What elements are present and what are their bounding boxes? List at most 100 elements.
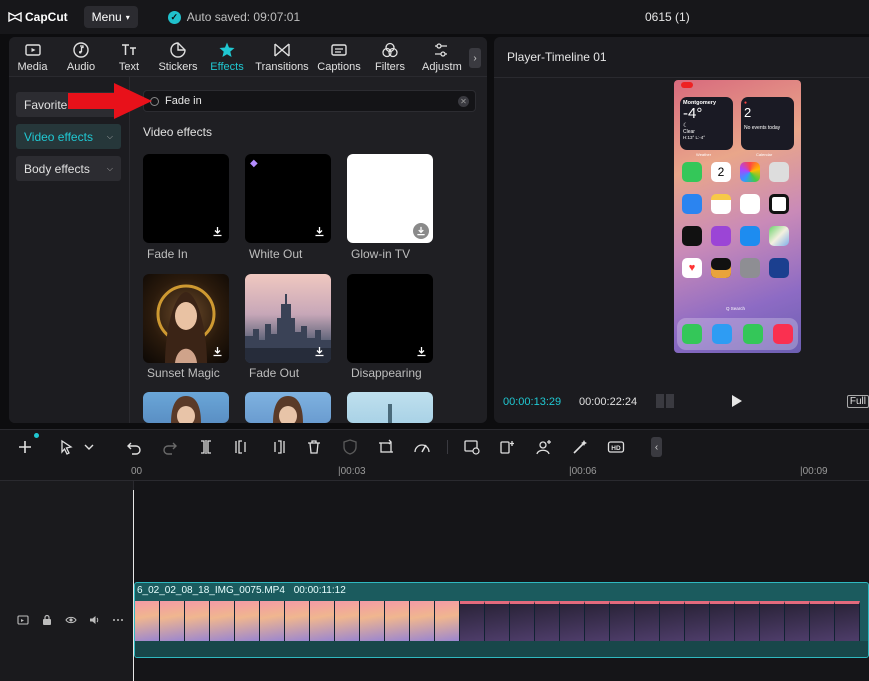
download-icon[interactable]	[314, 346, 325, 357]
clip-frame-thumbnail	[360, 601, 385, 641]
clip-frame-thumbnail	[810, 601, 835, 641]
category-label: Video effects	[24, 129, 93, 144]
media-icon	[24, 44, 41, 56]
ruler-tick-label: |00:06	[569, 466, 597, 477]
download-icon[interactable]	[212, 346, 223, 357]
health-app-icon: ♥	[682, 258, 702, 278]
track-more-button[interactable]	[112, 614, 124, 626]
podcasts-app-icon	[711, 226, 731, 246]
effect-preview-figure	[388, 404, 392, 423]
effect-tile-partial[interactable]	[143, 392, 229, 423]
tab-adjustment[interactable]: Adjustm	[416, 37, 472, 77]
undo-button[interactable]	[125, 438, 143, 456]
clip-frame-thumbnail	[585, 601, 610, 641]
camera-app-icon	[769, 162, 789, 182]
tab-label: Adjustm	[422, 61, 462, 73]
clear-search-icon[interactable]: ✕	[458, 96, 469, 107]
hd-enhance-button[interactable]: HD	[607, 438, 625, 456]
tab-effects[interactable]: Effects	[204, 37, 250, 77]
premium-diamond-icon: ◆	[250, 158, 258, 169]
delete-button[interactable]	[305, 438, 323, 456]
clip-frame-thumbnail	[710, 601, 735, 641]
freeze-frame-button[interactable]	[499, 438, 517, 456]
toolbar-collapse-button[interactable]: ‹	[651, 437, 662, 457]
effect-tile-disappearing[interactable]	[347, 274, 433, 363]
adjustment-icon	[435, 43, 447, 57]
weather-widget: Montgomery -4° ☾ Clear H:13° L:-4°	[680, 97, 733, 150]
split-left-button[interactable]	[233, 438, 251, 456]
download-icon[interactable]	[416, 346, 427, 357]
mask-button[interactable]	[341, 438, 359, 456]
tab-text[interactable]: Text	[106, 37, 152, 77]
app-grid-rows: 2 ♥	[682, 162, 794, 278]
ruler-tick-label: 00	[131, 466, 143, 477]
redo-button[interactable]	[161, 438, 179, 456]
ai-effects-button[interactable]	[463, 438, 481, 456]
magic-tool-button[interactable]	[571, 438, 589, 456]
capcut-logo-icon	[8, 11, 22, 23]
reminders-app-icon	[740, 194, 760, 214]
effect-tile-glow-in-tv[interactable]	[347, 154, 433, 243]
speed-button[interactable]	[413, 438, 431, 456]
category-body-effects[interactable]: Body effects ⌵	[16, 156, 121, 181]
clip-frame-thumbnail	[485, 601, 510, 641]
body-effects-button[interactable]	[535, 438, 553, 456]
download-icon[interactable]	[413, 223, 429, 239]
select-tool-dropdown[interactable]	[80, 438, 94, 456]
split-button[interactable]	[197, 438, 215, 456]
tabs-scroll-right-button[interactable]: ›	[469, 48, 481, 68]
track-lock-button[interactable]	[41, 614, 53, 626]
stickers-icon	[170, 42, 186, 58]
search-value: Fade in	[165, 95, 202, 107]
menu-button[interactable]: Menu ▾	[83, 6, 138, 28]
hd-icon: HD	[607, 441, 625, 453]
fullscreen-button[interactable]: Full	[846, 395, 869, 408]
tab-transitions[interactable]: Transitions	[250, 37, 314, 77]
crop-button[interactable]	[377, 438, 395, 456]
split-right-button[interactable]	[269, 438, 287, 456]
redo-icon	[163, 442, 177, 455]
effect-label: Disappearing	[351, 366, 422, 380]
tab-captions[interactable]: Captions	[314, 37, 364, 77]
effect-tile-partial[interactable]	[347, 392, 433, 423]
effect-tile-fade-in[interactable]	[143, 154, 229, 243]
add-track-button[interactable]	[16, 438, 34, 456]
trim-right-icon	[274, 440, 285, 454]
tab-stickers[interactable]: Stickers	[152, 37, 204, 77]
effect-tile-partial[interactable]	[245, 392, 331, 423]
effects-search-input[interactable]: Fade in ✕	[143, 90, 476, 112]
effect-tile-sunset-magic[interactable]	[143, 274, 229, 363]
clip-name: 6_02_02_08_18_IMG_0075.MP4	[137, 585, 285, 596]
weather-high-low: H:13° L:-4°	[683, 135, 706, 140]
effects-category-list: Favorite Video effects ⌵ Body effects ⌵	[9, 77, 130, 423]
clip-frame-thumbnail	[260, 601, 285, 641]
download-icon[interactable]	[314, 226, 325, 237]
lock-icon	[43, 614, 51, 625]
calendar-widget: ● 2 No events today	[741, 97, 794, 150]
video-preview[interactable]: Montgomery -4° ☾ Clear H:13° L:-4° Weath…	[674, 80, 801, 353]
clip-frame-thumbnail	[335, 601, 360, 641]
tab-filters[interactable]: Filters	[364, 37, 416, 77]
tab-audio[interactable]: Audio	[56, 37, 106, 77]
effect-tile-white-out[interactable]: ◆	[245, 154, 331, 243]
time-ruler[interactable]: 00 |00:03 |00:06 |00:09	[0, 463, 869, 481]
section-title: Video effects	[143, 125, 212, 139]
clip-frame-thumbnail	[510, 601, 535, 641]
tv-app-icon	[682, 226, 702, 246]
media-panel: Media Audio Text Stickers Effects Transi…	[9, 37, 487, 423]
video-clip[interactable]: 6_02_02_08_18_IMG_0075.MP4 00:00:11:12	[134, 582, 869, 658]
category-video-effects[interactable]: Video effects ⌵	[16, 124, 121, 149]
track-mute-button[interactable]	[89, 614, 101, 626]
track-cover-button[interactable]	[17, 614, 29, 626]
tab-media[interactable]: Media	[9, 37, 56, 77]
dock	[677, 318, 798, 350]
effect-tile-fade-out[interactable]	[245, 274, 331, 363]
eye-icon	[65, 616, 77, 624]
clip-frame-thumbnail	[435, 601, 460, 641]
select-tool-button[interactable]	[58, 438, 76, 456]
track-visibility-button[interactable]	[65, 614, 77, 626]
play-button[interactable]	[732, 395, 742, 407]
download-icon[interactable]	[212, 226, 223, 237]
settings-app-icon	[740, 258, 760, 278]
app-name: CapCut	[25, 10, 68, 24]
